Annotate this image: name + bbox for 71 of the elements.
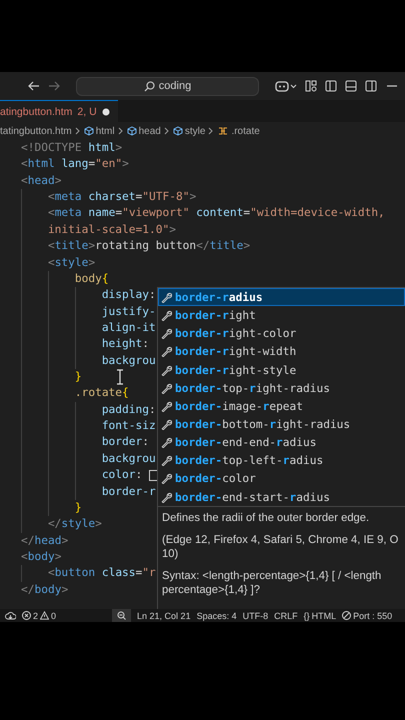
indentation[interactable]: Spaces: 4 xyxy=(196,610,237,620)
breadcrumb-item[interactable]: style xyxy=(184,126,206,136)
sidebar-icon[interactable] xyxy=(325,80,337,92)
text-cursor-icon xyxy=(116,369,124,385)
language-mode[interactable]: HTML xyxy=(312,610,336,620)
zoom-icon xyxy=(117,611,126,620)
suggestion-item[interactable]: border-radius xyxy=(158,288,405,306)
wrench-icon xyxy=(161,382,172,394)
suggestion-item[interactable]: border-bottom-right-radius xyxy=(158,415,405,434)
code-line: <html lang="en"> xyxy=(21,156,129,172)
suggestion-item[interactable]: border-right xyxy=(158,306,405,325)
chevron-icon xyxy=(208,127,214,135)
zoom-button[interactable] xyxy=(112,609,132,622)
breadcrumb-item[interactable]: head xyxy=(138,126,161,136)
error-icon xyxy=(22,611,31,620)
live-server-port[interactable]: Port : 550 xyxy=(353,610,392,620)
wrench-icon xyxy=(161,455,172,466)
chevron-icon xyxy=(164,127,170,135)
suggestion-item[interactable]: border-image-repeat xyxy=(158,397,405,416)
cube-icon xyxy=(126,126,137,136)
search-icon xyxy=(144,80,155,92)
wrench-icon xyxy=(161,310,172,322)
braces-icon xyxy=(217,126,230,136)
chevron-icon xyxy=(74,127,81,135)
panel-icon[interactable] xyxy=(345,80,357,92)
wrench-icon xyxy=(161,346,172,358)
code-line: <!DOCTYPE html> xyxy=(21,140,122,156)
line-ending[interactable]: CRLF xyxy=(274,610,298,620)
encoding[interactable]: UTF-8 xyxy=(242,610,268,620)
breadcrumb-item[interactable]: html xyxy=(96,126,115,136)
suggestion-item[interactable]: border-end-end-radius xyxy=(158,434,405,452)
port-icon xyxy=(342,611,352,620)
search-button[interactable]: coding xyxy=(76,76,259,96)
wrench-icon xyxy=(161,292,172,303)
cube-icon xyxy=(84,126,94,136)
cursor-position[interactable]: Ln 21, Col 21 xyxy=(137,610,191,620)
breadcrumb-item[interactable]: tatingbutton.htm xyxy=(0,126,72,136)
problems-button[interactable]: 2 0 xyxy=(22,610,56,620)
documentation-text: Syntax: <length-percentage>{1,4} [ / <length percentage>{1,4} ]? xyxy=(162,569,382,598)
wrench-icon xyxy=(161,364,172,376)
documentation-text: Defines the radii of the outer border edge. xyxy=(162,511,370,526)
cube-icon xyxy=(172,126,183,136)
wrench-icon xyxy=(161,437,172,448)
suggestion-item[interactable]: border-right-width xyxy=(158,342,405,361)
breadcrumb-item[interactable]: .rotate xyxy=(231,126,260,136)
wrench-icon xyxy=(161,492,172,503)
suggestion-item[interactable]: border-top-right-radius xyxy=(158,379,405,398)
sidebar-icon[interactable] xyxy=(365,80,377,92)
warning-icon xyxy=(40,611,50,620)
wrench-icon xyxy=(161,328,172,340)
code-line: </body> xyxy=(21,582,68,598)
wrench-icon xyxy=(161,473,172,484)
suggestion-item[interactable]: border-end-start-radius xyxy=(158,488,405,506)
editor-tab[interactable]: atingbutton.htm 2, U xyxy=(0,100,118,122)
code-line: <head> xyxy=(21,172,62,189)
wrench-icon xyxy=(161,419,172,430)
layout-icon[interactable] xyxy=(305,80,317,92)
robot-icon[interactable] xyxy=(275,80,297,92)
back-arrow-icon[interactable] xyxy=(28,80,40,92)
documentation-text: (Edge 12, Firefox 4, Safari 5, Chrome 4, IE 9, O 10) xyxy=(162,533,400,562)
suggestion-item[interactable]: border-right-style xyxy=(158,360,405,380)
wrench-icon xyxy=(161,400,172,412)
code-line: </head> xyxy=(21,532,68,549)
language-braces: {} xyxy=(304,610,310,620)
cloud-icon[interactable] xyxy=(5,611,16,620)
forward-arrow-icon[interactable] xyxy=(48,80,60,92)
chevron-icon xyxy=(118,127,124,135)
code-line: <body> xyxy=(21,548,62,565)
suggestion-item[interactable]: border-color xyxy=(158,470,405,488)
suggestion-item[interactable]: border-top-left-radius xyxy=(158,452,405,470)
suggestion-item[interactable]: border-right-color xyxy=(158,324,405,343)
